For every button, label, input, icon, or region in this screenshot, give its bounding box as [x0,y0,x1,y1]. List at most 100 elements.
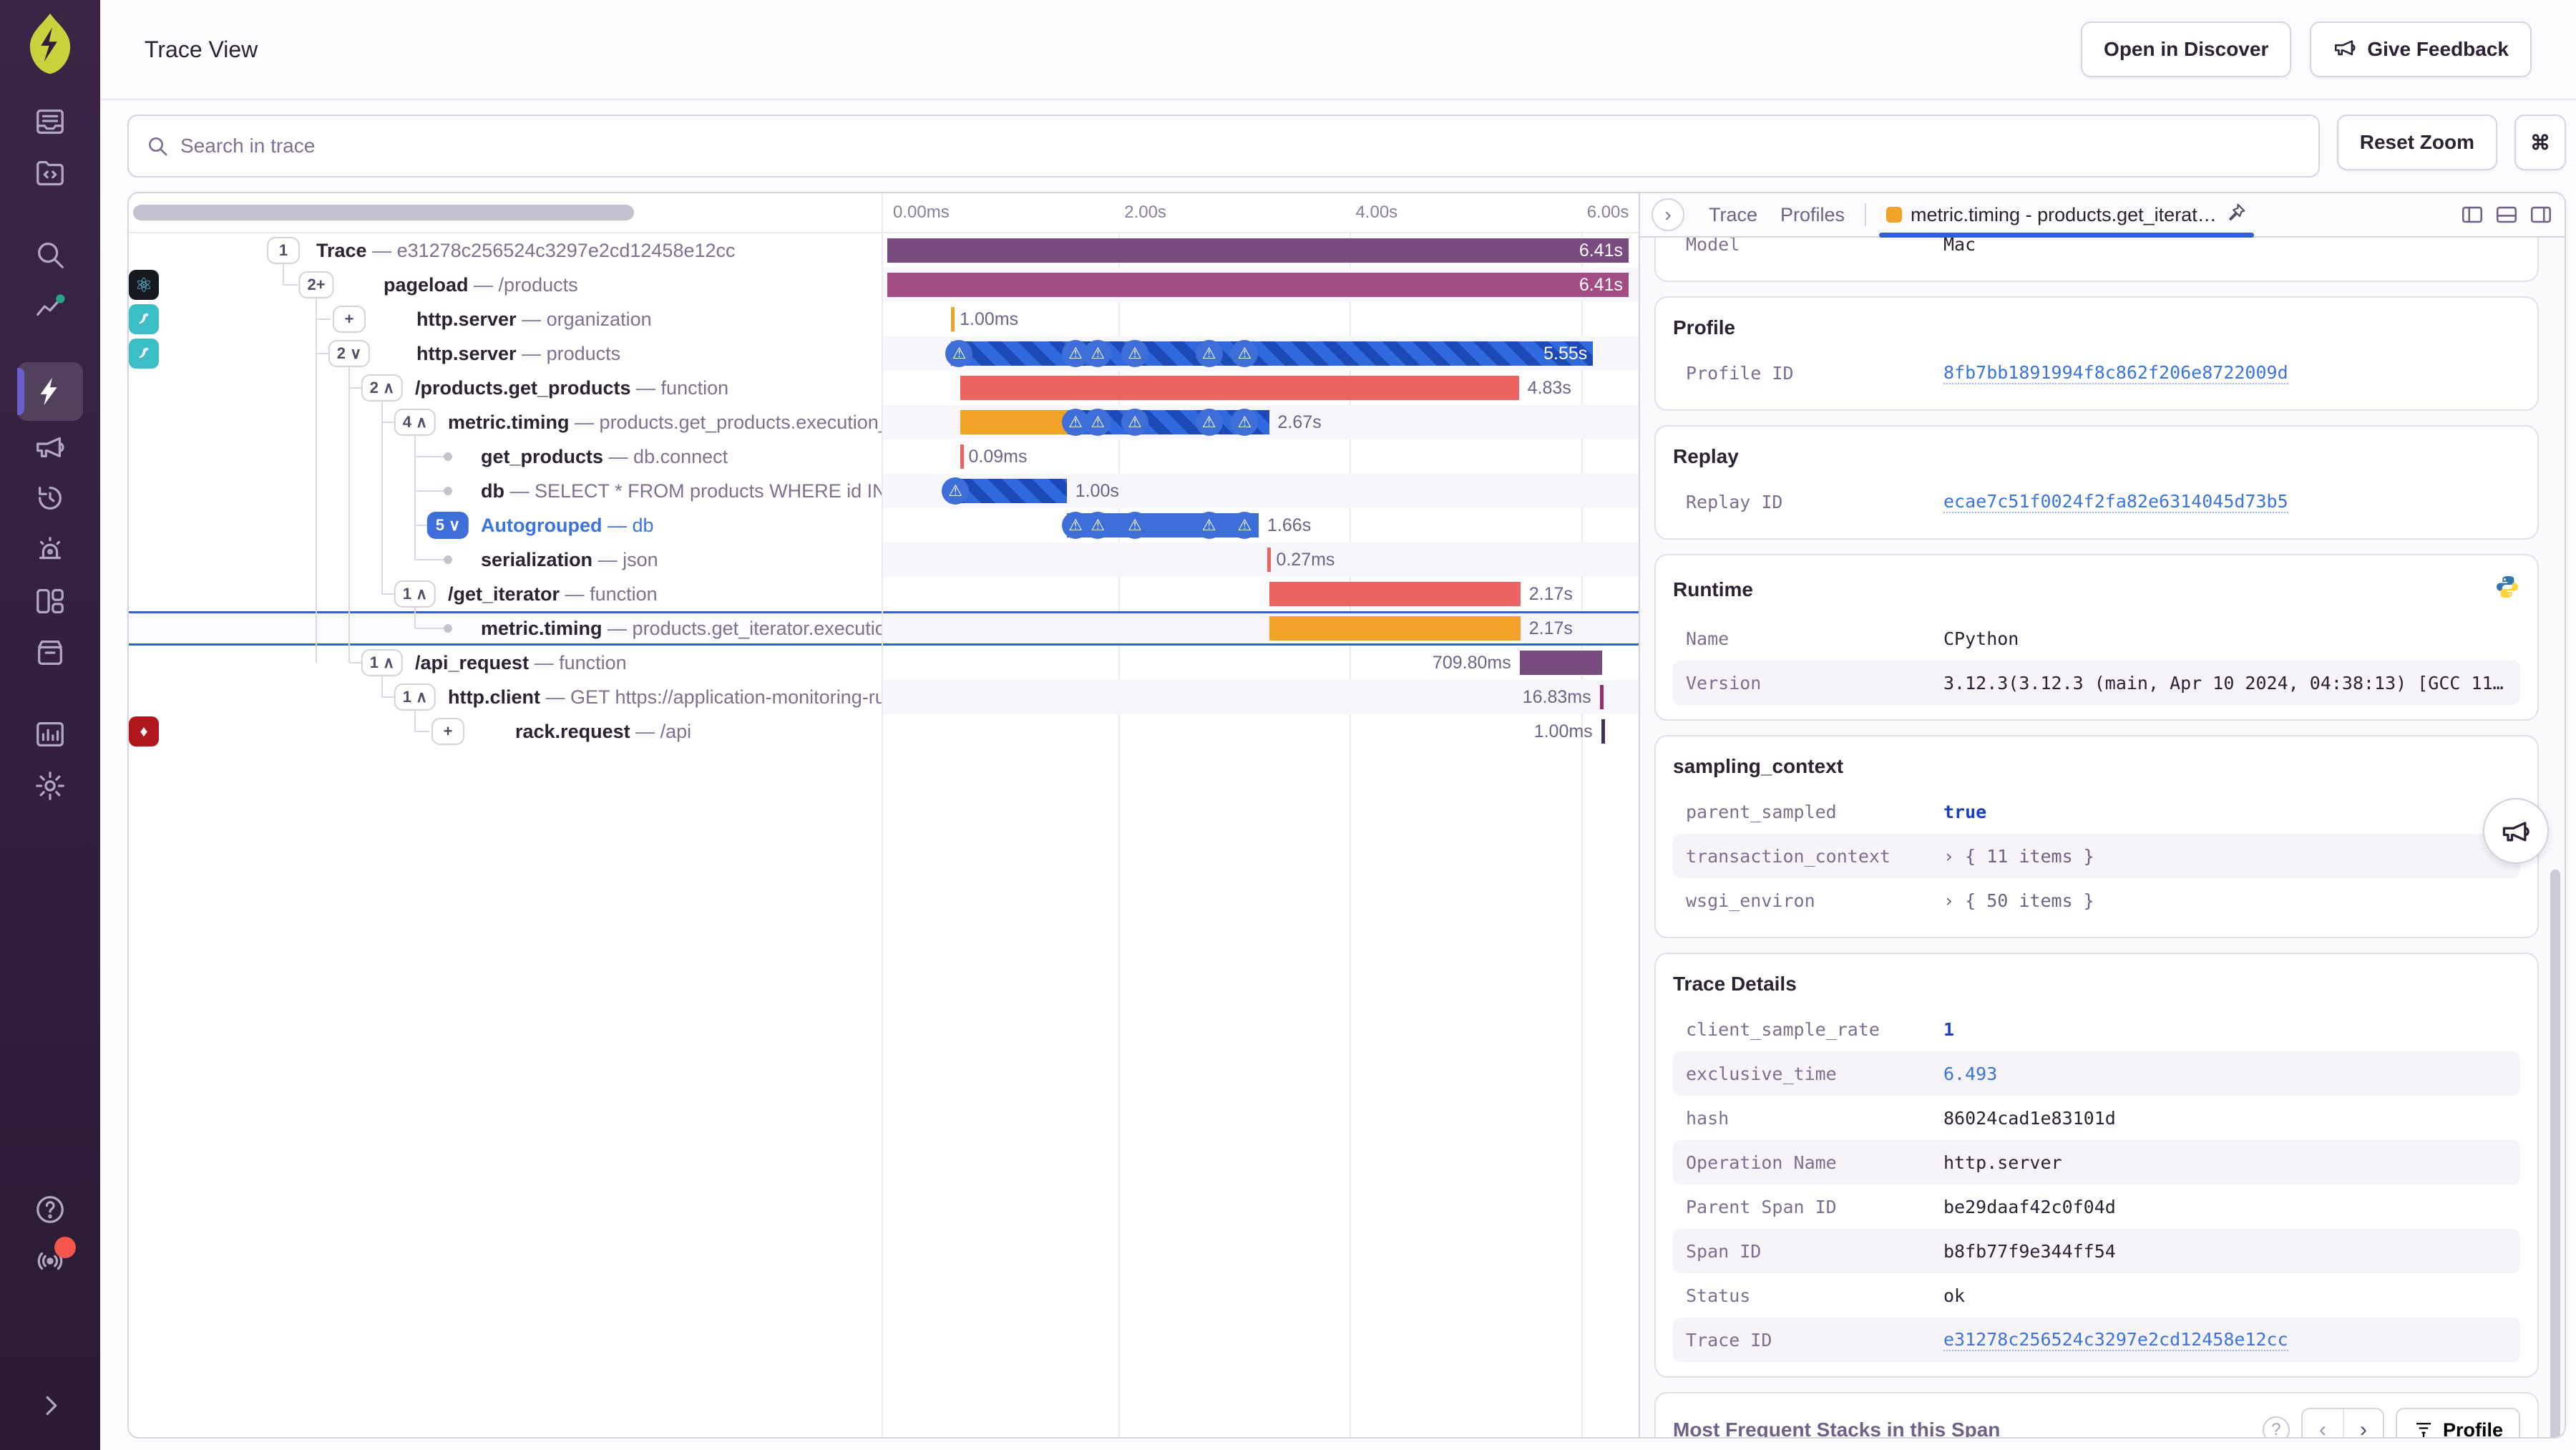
span-tree-row[interactable]: 1 Trace — e31278c256524c3297e2cd12458e12c… [129,233,882,268]
error-warning-icon[interactable]: ⚠ [1195,340,1223,367]
error-warning-icon[interactable]: ⚠ [945,340,973,367]
timeline-row[interactable]: 1.66s ⚠ ⚠ ⚠ ⚠ ⚠ [883,508,1639,542]
sidebar-item-search[interactable] [17,229,83,281]
span-tree-row[interactable]: 1 ∧ http.client — GET https://application… [129,680,882,714]
span-tree-row[interactable]: metric.timing — products.get_iterator.ex… [129,611,882,646]
error-warning-icon[interactable]: ⚠ [1084,409,1112,436]
give-feedback-button[interactable]: Give Feedback [2310,21,2532,77]
error-warning-icon[interactable]: ⚠ [1231,340,1259,367]
span-tree-row[interactable]: 2 ∧ /products.get_products — function [129,371,882,405]
sidebar-item-performance[interactable] [17,362,83,421]
error-warning-icon[interactable]: ⚠ [1195,409,1223,436]
tab-span-active[interactable]: metric.timing - products.get_iterat… [1875,193,2258,238]
sidebar-item-settings[interactable] [17,760,83,812]
span-tree-row[interactable]: serialization — json [129,542,882,577]
pin-icon[interactable] [2225,202,2247,228]
span-count-badge[interactable]: + [333,306,366,333]
span-count-badge[interactable]: 2+ [298,271,334,298]
span-tree-row[interactable]: 1 ∧ /get_iterator — function [129,577,882,611]
timeline-row[interactable]: 5.55s ⚠ ⚠ ⚠ ⚠ ⚠ ⚠ [883,336,1639,371]
error-warning-icon[interactable]: ⚠ [1231,409,1259,436]
pager-next-button[interactable]: › [2342,1409,2383,1437]
timeline-row[interactable]: 6.41s [883,268,1639,302]
span-tree-row[interactable]: 5 ∨ Autogrouped — db [129,508,882,542]
error-warning-icon[interactable]: ⚠ [1121,409,1149,436]
span-count-badge[interactable]: 2 ∨ [328,340,371,367]
span-count-badge[interactable]: 1 ∧ [361,649,404,676]
sidebar-item-releases[interactable] [17,421,83,472]
tab-profiles[interactable]: Profiles [1769,193,1856,236]
timeline-row[interactable]: 0.09ms [883,439,1639,474]
error-warning-icon[interactable]: ⚠ [1084,340,1112,367]
span-tree-row[interactable]: db — SELECT * FROM products WHERE id IN … [129,474,882,508]
span-tree-row[interactable]: 4 ∧ metric.timing — products.get_products… [129,405,882,439]
span-bar[interactable] [960,410,1068,434]
sidebar-item-discover[interactable] [17,627,83,678]
span-count-badge[interactable]: + [431,718,464,745]
sidebar-item-help[interactable] [17,1184,83,1235]
error-warning-icon[interactable]: ⚠ [1195,512,1223,539]
sidebar-item-stats[interactable] [17,709,83,760]
layout-right-icon[interactable] [2529,203,2553,227]
timeline-row[interactable]: 4.83s [883,371,1639,405]
span-bar[interactable] [1269,582,1521,606]
sidebar-item-whatsnew[interactable] [17,1235,83,1287]
error-warning-icon[interactable]: ⚠ [1084,512,1112,539]
sidebar-item-projects[interactable] [17,147,83,199]
span-bar[interactable]: 6.41s [887,238,1629,263]
kv-value[interactable]: 8fb7bb1891994f8c862f206e8722009d [1943,362,2288,384]
sidebar-item-expand[interactable] [17,1380,83,1431]
span-bar[interactable] [960,376,1519,400]
sidebar-item-metrics[interactable] [17,281,83,332]
tab-trace[interactable]: Trace [1697,193,1769,236]
sidebar-item-alerts[interactable] [17,524,83,575]
kv-value[interactable]: e31278c256524c3297e2cd12458e12cc [1943,1329,2288,1351]
span-tree-row[interactable]: get_products — db.connect [129,439,882,474]
timeline-row[interactable]: 2.17s [883,611,1639,646]
error-warning-icon[interactable]: ⚠ [942,477,970,505]
shortcut-button[interactable]: ⌘ [2514,115,2566,170]
sentry-logo-icon[interactable] [16,10,84,77]
span-tree-row[interactable]: 2 ∨ http.server — products [129,336,882,371]
timeline-row[interactable]: 2.17s [883,577,1639,611]
timeline-row[interactable]: 1.00s ⚠ [883,474,1639,508]
span-count-badge[interactable]: 1 ∧ [394,580,436,608]
timeline-row[interactable]: 1.00ms [883,714,1639,749]
error-warning-icon[interactable]: ⚠ [1121,512,1149,539]
timeline-row[interactable]: 16.83ms [883,680,1639,714]
error-warning-icon[interactable]: ⚠ [1121,340,1149,367]
timeline-row[interactable]: 0.27ms [883,542,1639,577]
search-input[interactable] [180,135,2301,157]
timeline-row[interactable]: 709.80ms [883,646,1639,680]
open-in-discover-button[interactable]: Open in Discover [2081,21,2292,77]
feedback-fab-button[interactable] [2483,798,2549,864]
span-bar[interactable]: 6.41s [887,273,1629,297]
span-bar[interactable]: 5.55s [951,341,1594,366]
panel-collapse-button[interactable]: › [1652,198,1684,231]
span-count-badge[interactable]: 5 ∨ [426,512,469,539]
span-tree-row[interactable]: + ♦ rack.request — /api [129,714,882,749]
span-count-badge[interactable]: 2 ∧ [361,374,404,402]
timeline-row[interactable]: 1.00ms [883,302,1639,336]
span-bar[interactable] [1269,616,1521,641]
span-tree-row[interactable]: 1 ∧ /api_request — function [129,646,882,680]
span-count-badge[interactable]: 4 ∧ [394,409,436,436]
profile-button[interactable]: Profile [2395,1408,2520,1437]
timeline-row[interactable]: 2.67s ⚠ ⚠ ⚠ ⚠ ⚠ [883,405,1639,439]
layout-bottom-icon[interactable] [2494,203,2519,227]
span-tree-row[interactable]: 2+ ⚛ pageload — /products [129,268,882,302]
timeline-row[interactable]: 6.41s [883,233,1639,268]
pager-prev-button[interactable]: ‹ [2303,1409,2343,1437]
span-tree-row[interactable]: + http.server — organization [129,302,882,336]
span-bar[interactable] [1519,651,1602,675]
error-warning-icon[interactable]: ⚠ [1231,512,1259,539]
search-box[interactable] [127,115,2320,177]
sidebar-item-replays[interactable] [17,472,83,524]
sidebar-item-dashboards[interactable] [17,575,83,627]
span-count-badge[interactable]: 1 ∧ [394,683,436,711]
horizontal-scrollbar[interactable] [133,205,634,220]
help-icon[interactable]: ? [2262,1416,2290,1437]
sidebar-item-issues[interactable] [17,96,83,147]
span-count-badge[interactable]: 1 [267,237,300,264]
reset-zoom-button[interactable]: Reset Zoom [2336,115,2497,170]
